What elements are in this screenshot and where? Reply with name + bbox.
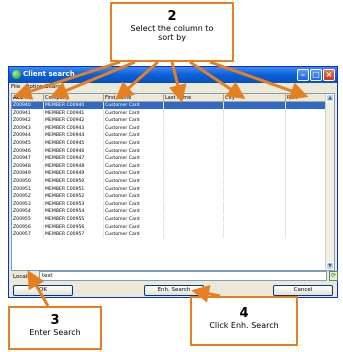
arrow-to-first-name-header [115, 60, 159, 100]
arrow-to-last-name-header [169, 61, 187, 103]
arrow-to-locale-input [27, 270, 50, 307]
arrow-to-prov-header [209, 60, 309, 100]
arrow-to-enh-search [191, 284, 221, 303]
arrow-to-city-header [189, 60, 246, 99]
callout-arrows [13, 60, 309, 307]
